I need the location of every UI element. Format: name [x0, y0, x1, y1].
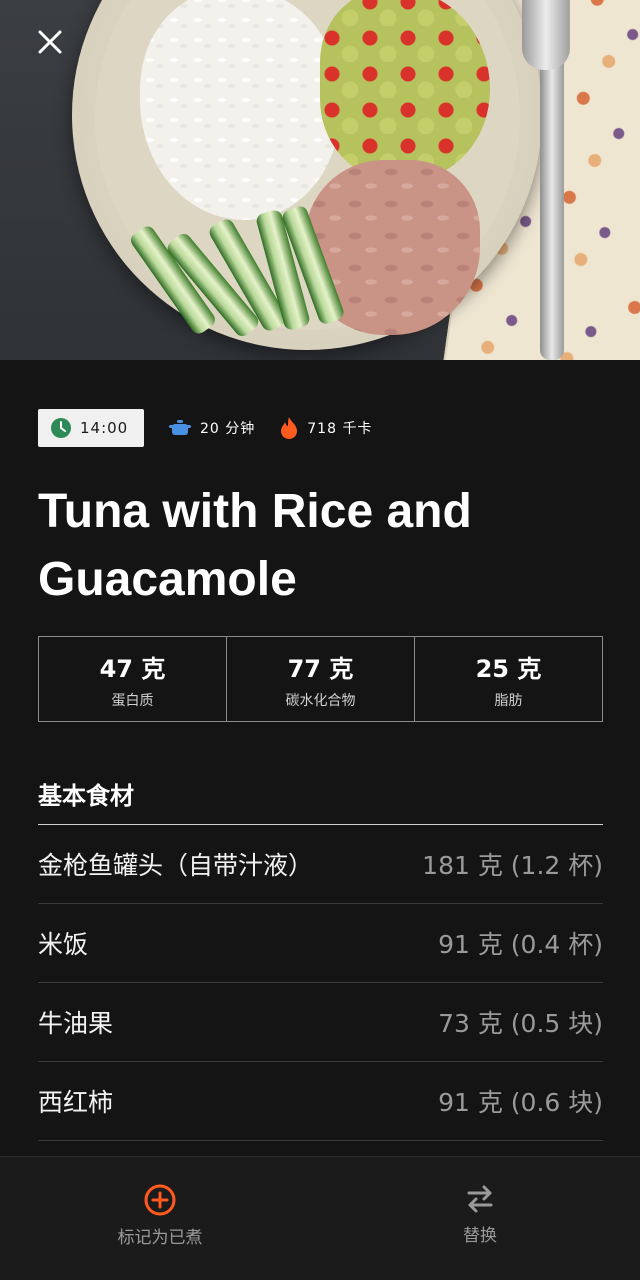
ingredient-name: 西红柿 [38, 1088, 114, 1117]
pot-icon [169, 420, 191, 435]
ingredient-amount: 91 克 (0.4 杯) [438, 930, 603, 959]
ingredient-name: 牛油果 [38, 1009, 114, 1038]
bottom-action-bar: 标记为已煮 替换 [0, 1156, 640, 1280]
ingredient-name: 米饭 [38, 930, 89, 959]
calories: 718 千卡 [279, 416, 372, 440]
macro-table: 47 克 蛋白质 77 克 碳水化合物 25 克 脂肪 [38, 636, 603, 722]
meal-time: 14:00 [80, 419, 129, 437]
macro-label: 蛋白质 [111, 692, 154, 709]
close-icon [38, 30, 62, 54]
replace-label: 替换 [463, 1226, 497, 1246]
recipe-meta: 14:00 20 分钟 718 千卡 [38, 409, 372, 447]
guacamole [320, 0, 490, 180]
meal-time-chip[interactable]: 14:00 [38, 409, 144, 447]
macro-label: 碳水化合物 [285, 692, 356, 709]
macro-value: 47 克 [99, 654, 166, 683]
ingredient-amount: 73 克 (0.5 块) [438, 1009, 603, 1038]
ingredient-amount: 91 克 (0.6 块) [438, 1088, 603, 1117]
ingredient-row[interactable]: 西红柿 91 克 (0.6 块) [38, 1062, 603, 1141]
mark-cooked-label: 标记为已煮 [117, 1228, 203, 1248]
clock-icon [51, 418, 71, 438]
calories-text: 718 千卡 [307, 421, 373, 437]
macro-value: 25 克 [475, 654, 542, 683]
macro-value: 77 克 [287, 654, 354, 683]
macro-label: 脂肪 [494, 692, 523, 709]
add-circle-icon [144, 1184, 176, 1216]
ingredient-name: 金枪鱼罐头（自带汁液） [38, 851, 314, 880]
close-button[interactable] [28, 20, 72, 64]
ingredient-row[interactable]: 米饭 91 克 (0.4 杯) [38, 904, 603, 983]
ingredient-amount: 181 克 (1.2 杯) [422, 851, 603, 880]
recipe-title: Tuna with Rice and Guacamole [38, 485, 472, 606]
recipe-screen: 14:00 20 分钟 718 千卡 Tuna with Rice and Gu… [0, 0, 640, 1280]
recipe-photo [0, 0, 640, 360]
flame-icon [281, 417, 298, 439]
ingredient-row[interactable]: 金枪鱼罐头（自带汁液） 181 克 (1.2 杯) [38, 825, 603, 904]
ingredients-heading: 基本食材 [38, 782, 134, 810]
ingredient-list: 金枪鱼罐头（自带汁液） 181 克 (1.2 杯) 米饭 91 克 (0.4 杯… [38, 825, 603, 1141]
macro-fat: 25 克 脂肪 [414, 637, 602, 721]
macro-carbs: 77 克 碳水化合物 [226, 637, 414, 721]
replace-button[interactable]: 替换 [320, 1157, 640, 1280]
mark-cooked-button[interactable]: 标记为已煮 [0, 1157, 320, 1280]
cook-duration: 20 分钟 [168, 418, 255, 438]
ingredient-row[interactable]: 牛油果 73 克 (0.5 块) [38, 983, 603, 1062]
macro-protein: 47 克 蛋白质 [39, 637, 226, 721]
cook-duration-text: 20 分钟 [200, 421, 256, 437]
swap-icon [467, 1185, 493, 1213]
